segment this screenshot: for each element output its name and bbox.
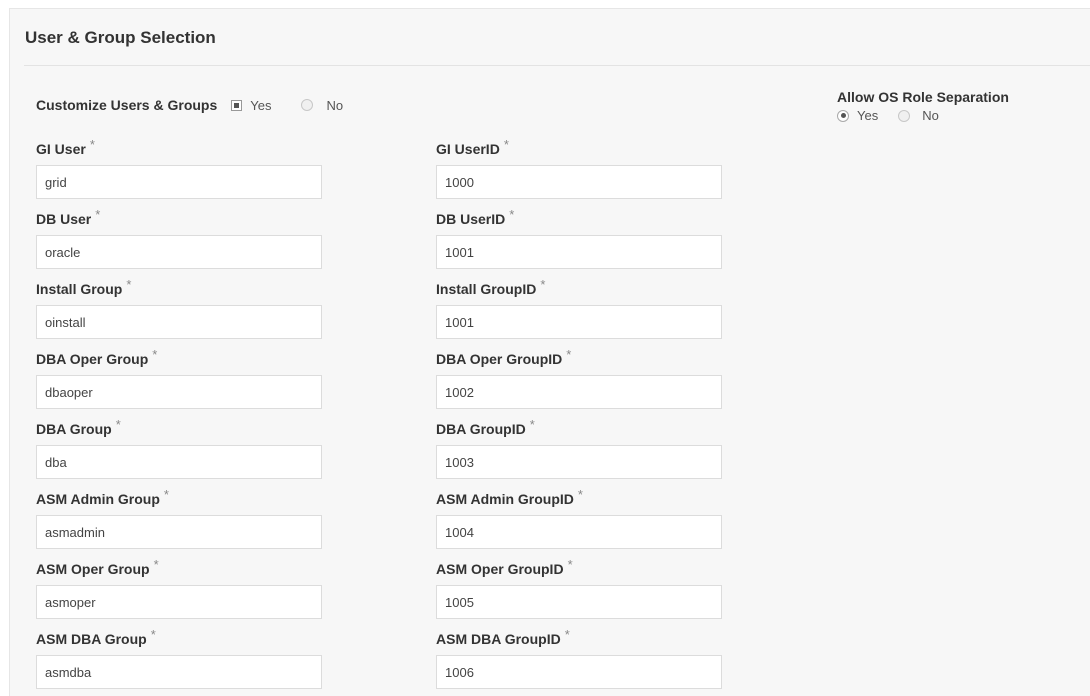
dba-oper-groupid-input[interactable]: [436, 375, 722, 409]
required-mark: *: [503, 137, 509, 152]
customize-users-groups-label: Customize Users & Groups: [36, 97, 218, 113]
required-mark: *: [564, 627, 570, 642]
asm-admin-groupid-label: ASM Admin GroupID: [436, 491, 574, 507]
asm-admin-groupid-input[interactable]: [436, 515, 722, 549]
gi-userid-input[interactable]: [436, 165, 722, 199]
customize-yes-label: Yes: [250, 97, 272, 113]
asm-admin-group-label: ASM Admin Group: [36, 491, 160, 507]
os-role-yes-radio-icon[interactable]: [837, 109, 849, 122]
required-mark: *: [126, 277, 132, 292]
asm-oper-group-input[interactable]: [36, 585, 322, 619]
dba-groupid-label: DBA GroupID: [436, 421, 526, 437]
required-mark: *: [115, 417, 121, 432]
install-groupid-input[interactable]: [436, 305, 722, 339]
required-mark: *: [153, 557, 159, 572]
asm-dba-group-input[interactable]: [36, 655, 322, 689]
install-group-label: Install Group: [36, 281, 123, 297]
asm-dba-groupid-input[interactable]: [436, 655, 722, 689]
required-mark: *: [150, 627, 156, 642]
gi-user-input[interactable]: [36, 165, 322, 199]
customize-users-groups-row: Customize Users & Groups Yes No: [36, 95, 343, 115]
required-mark: *: [577, 487, 583, 502]
required-mark: *: [567, 557, 573, 572]
os-role-no-option[interactable]: No: [898, 108, 939, 123]
required-mark: *: [163, 487, 169, 502]
asm-oper-group-field: ASM Oper Group *: [36, 557, 322, 619]
dba-groupid-field: DBA GroupID *: [436, 417, 722, 479]
gi-user-label: GI User: [36, 141, 86, 157]
asm-dba-group-label: ASM DBA Group: [36, 631, 147, 647]
required-mark: *: [566, 347, 572, 362]
asm-dba-groupid-label: ASM DBA GroupID: [436, 631, 561, 647]
os-role-separation-label: Allow OS Role Separation: [837, 89, 1009, 105]
db-user-label: DB User: [36, 211, 92, 227]
required-mark: *: [529, 417, 535, 432]
required-mark: *: [89, 137, 95, 152]
os-role-separation-group: Allow OS Role Separation Yes No: [837, 89, 1009, 123]
db-user-input[interactable]: [36, 235, 322, 269]
customize-yes-checkbox-icon[interactable]: [231, 99, 243, 111]
asm-oper-groupid-field: ASM Oper GroupID *: [436, 557, 722, 619]
customize-no-option[interactable]: No: [301, 98, 343, 113]
customize-yes-option[interactable]: Yes: [231, 98, 271, 113]
dba-oper-group-field: DBA Oper Group *: [36, 347, 322, 409]
dba-groupid-input[interactable]: [436, 445, 722, 479]
dba-oper-groupid-field: DBA Oper GroupID *: [436, 347, 722, 409]
dba-group-field: DBA Group *: [36, 417, 322, 479]
gi-user-field: GI User *: [36, 137, 322, 199]
dba-group-input[interactable]: [36, 445, 322, 479]
asm-admin-group-input[interactable]: [36, 515, 322, 549]
asm-oper-groupid-input[interactable]: [436, 585, 722, 619]
install-groupid-field: Install GroupID *: [436, 277, 722, 339]
os-role-no-radio-icon[interactable]: [898, 109, 911, 122]
user-group-selection-panel: User & Group Selection Customize Users &…: [9, 8, 1090, 696]
asm-oper-group-label: ASM Oper Group: [36, 561, 150, 577]
db-userid-label: DB UserID: [436, 211, 506, 227]
asm-oper-groupid-label: ASM Oper GroupID: [436, 561, 564, 577]
asm-dba-group-field: ASM DBA Group *: [36, 627, 322, 689]
install-group-input[interactable]: [36, 305, 322, 339]
gi-userid-label: GI UserID: [436, 141, 500, 157]
customize-no-radio-icon[interactable]: [301, 99, 314, 111]
db-userid-field: DB UserID *: [436, 207, 722, 269]
dba-oper-group-input[interactable]: [36, 375, 322, 409]
asm-dba-groupid-field: ASM DBA GroupID *: [436, 627, 722, 689]
os-role-yes-label: Yes: [857, 108, 879, 123]
title-divider: [24, 65, 1090, 66]
gi-userid-field: GI UserID *: [436, 137, 722, 199]
install-groupid-label: Install GroupID: [436, 281, 537, 297]
customize-no-label: No: [326, 97, 344, 113]
required-mark: *: [540, 277, 546, 292]
dba-oper-groupid-label: DBA Oper GroupID: [436, 351, 563, 367]
required-mark: *: [509, 207, 515, 222]
asm-admin-groupid-field: ASM Admin GroupID *: [436, 487, 722, 549]
required-mark: *: [95, 207, 101, 222]
db-user-field: DB User *: [36, 207, 322, 269]
asm-admin-group-field: ASM Admin Group *: [36, 487, 322, 549]
os-role-no-label: No: [922, 108, 939, 123]
install-group-field: Install Group *: [36, 277, 322, 339]
db-userid-input[interactable]: [436, 235, 722, 269]
dba-group-label: DBA Group: [36, 421, 112, 437]
required-mark: *: [152, 347, 158, 362]
os-role-yes-option[interactable]: Yes: [837, 108, 878, 123]
dba-oper-group-label: DBA Oper Group: [36, 351, 149, 367]
panel-title: User & Group Selection: [25, 28, 216, 47]
